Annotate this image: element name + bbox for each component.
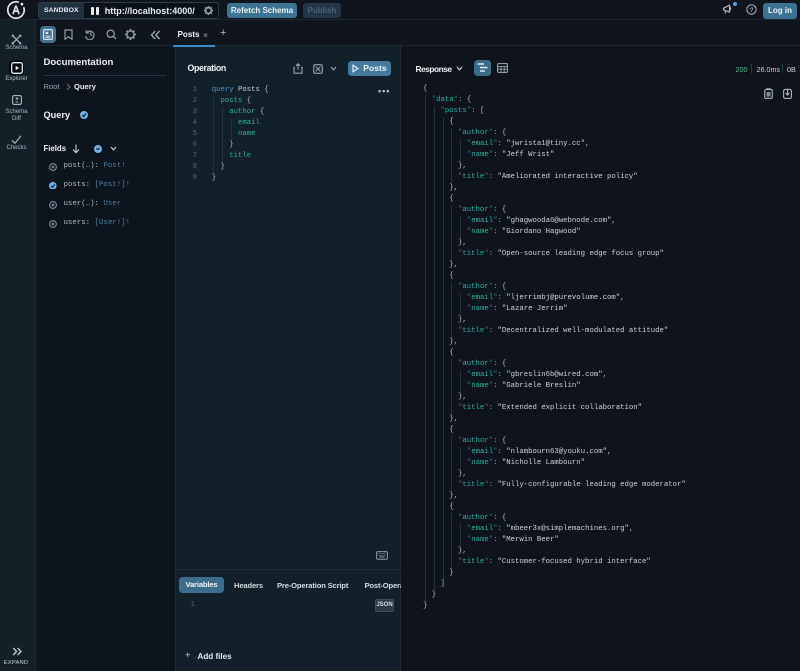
svg-text:?: ? [750,7,754,14]
